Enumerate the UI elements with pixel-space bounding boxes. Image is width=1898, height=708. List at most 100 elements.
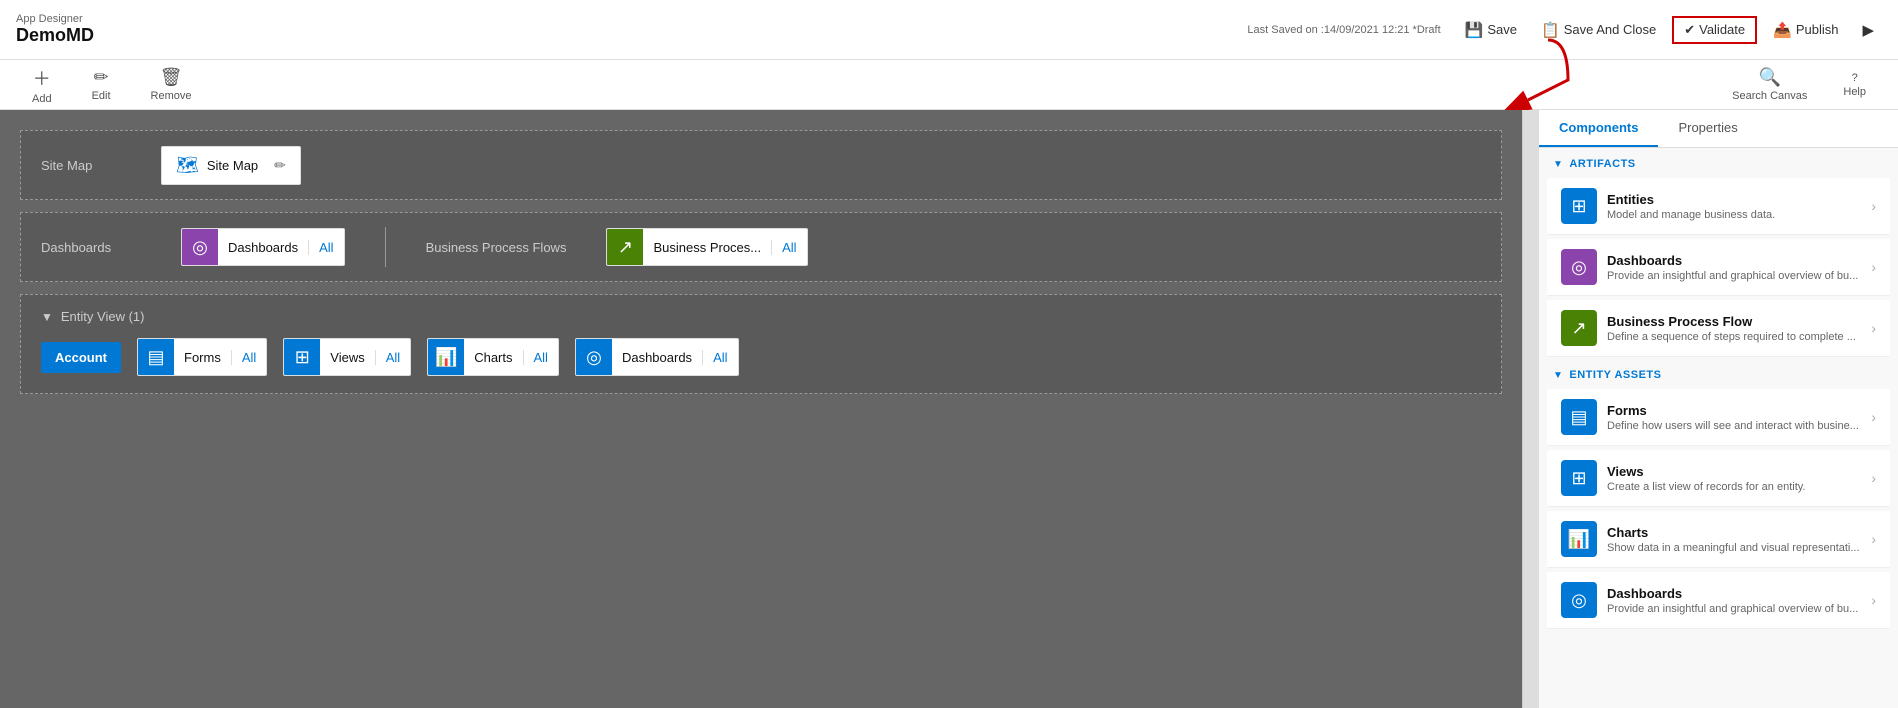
- right-panel: Components Properties ▼ ARTIFACTS ⊞ Enti…: [1538, 110, 1898, 708]
- artifacts-header: ▼ ARTIFACTS: [1539, 148, 1898, 176]
- views-all-link[interactable]: All: [375, 350, 410, 365]
- help-label: Help: [1843, 86, 1866, 98]
- panel-item-entities[interactable]: ⊞ Entities Model and manage business dat…: [1547, 178, 1890, 235]
- entity-assets-chevron: ▼: [1553, 370, 1563, 381]
- bpf-all-link[interactable]: All: [771, 240, 806, 255]
- bpf-section-label: Business Process Flows: [426, 240, 567, 255]
- publish-button[interactable]: 📤 Publish: [1765, 17, 1846, 43]
- app-info: App Designer DemoMD: [16, 13, 94, 46]
- dashboards-panel-icon: ◎: [1561, 249, 1597, 285]
- validate-label: Validate: [1699, 22, 1745, 37]
- save-close-icon: 📋: [1541, 21, 1560, 39]
- bpf-panel-chevron: ›: [1871, 320, 1876, 336]
- entity-view-label: Entity View (1): [61, 309, 145, 324]
- canvas-scrollbar[interactable]: [1522, 110, 1538, 708]
- app-designer-label: App Designer: [16, 13, 94, 25]
- save-button[interactable]: 💾 Save: [1457, 17, 1525, 43]
- entity-dashboards-box[interactable]: ◎ Dashboards All: [575, 338, 739, 376]
- bpf-panel-icon: ↗: [1561, 310, 1597, 346]
- charts-panel-title: Charts: [1607, 525, 1871, 540]
- sitemap-section-label: Site Map: [41, 158, 161, 173]
- entity-dashboards-all-link[interactable]: All: [702, 350, 737, 365]
- charts-panel-chevron: ›: [1871, 531, 1876, 547]
- publish-icon: 📤: [1773, 21, 1792, 39]
- entities-icon: ⊞: [1561, 188, 1597, 224]
- canvas-area[interactable]: Site Map 🗺 Site Map ✏ Dashboards ◎ Dashb…: [0, 110, 1522, 708]
- save-close-button[interactable]: 📋 Save And Close: [1533, 17, 1664, 43]
- entity-dashboards-box-icon: ◎: [576, 339, 612, 375]
- forms-panel-chevron: ›: [1871, 409, 1876, 425]
- publish-label: Publish: [1796, 22, 1839, 37]
- play-icon: ▶: [1862, 21, 1874, 39]
- bpf-divider: [385, 227, 386, 267]
- panel-tabs: Components Properties: [1539, 110, 1898, 148]
- charts-box-icon: 📊: [428, 339, 464, 375]
- help-icon: ?: [1852, 72, 1858, 84]
- forms-box[interactable]: ▤ Forms All: [137, 338, 267, 376]
- dashboards-box[interactable]: ◎ Dashboards All: [181, 228, 345, 266]
- validate-button[interactable]: ✔ Validate: [1672, 16, 1757, 44]
- add-button[interactable]: ＋ Add: [24, 61, 60, 109]
- bpf-panel-title: Business Process Flow: [1607, 314, 1871, 329]
- tab-properties[interactable]: Properties: [1658, 110, 1757, 147]
- entity-view-section: ▼ Entity View (1) Account ▤ Forms All ⊞ …: [20, 294, 1502, 394]
- edit-icon: ✏: [94, 67, 109, 88]
- top-bar: App Designer DemoMD Last Saved on :14/09…: [0, 0, 1898, 60]
- entity-dashboards-panel-chevron: ›: [1871, 592, 1876, 608]
- entity-assets-header: ▼ ENTITY ASSETS: [1539, 359, 1898, 387]
- account-button[interactable]: Account: [41, 342, 121, 373]
- entity-view-header[interactable]: ▼ Entity View (1): [41, 309, 1481, 324]
- search-canvas-button[interactable]: 🔍 Search Canvas: [1724, 63, 1815, 106]
- entities-title: Entities: [1607, 192, 1871, 207]
- edit-button[interactable]: ✏ Edit: [84, 63, 119, 106]
- panel-item-forms[interactable]: ▤ Forms Define how users will see and in…: [1547, 389, 1890, 446]
- panel-item-views[interactable]: ⊞ Views Create a list view of records fo…: [1547, 450, 1890, 507]
- panel-item-entity-dashboards[interactable]: ◎ Dashboards Provide an insightful and g…: [1547, 572, 1890, 629]
- entity-dashboards-panel-icon: ◎: [1561, 582, 1597, 618]
- edit-label: Edit: [92, 90, 111, 102]
- dashboards-all-link[interactable]: All: [308, 240, 343, 255]
- entities-chevron-right: ›: [1871, 198, 1876, 214]
- sitemap-box-label: Site Map: [207, 158, 258, 173]
- forms-all-link[interactable]: All: [231, 350, 266, 365]
- views-box-icon: ⊞: [284, 339, 320, 375]
- dashboards-box-icon: ◎: [182, 229, 218, 265]
- help-button[interactable]: ? Help: [1835, 68, 1874, 102]
- remove-button[interactable]: 🗑 Remove: [143, 63, 200, 106]
- play-button[interactable]: ▶: [1854, 17, 1882, 43]
- app-name: DemoMD: [16, 25, 94, 46]
- remove-icon: 🗑: [160, 67, 183, 88]
- bpf-panel-desc: Define a sequence of steps required to c…: [1607, 331, 1871, 343]
- secondary-toolbar: ＋ Add ✏ Edit 🗑 Remove 🔍 Search Canvas ? …: [0, 60, 1898, 110]
- search-icon: 🔍: [1759, 67, 1781, 88]
- remove-label: Remove: [151, 90, 192, 102]
- charts-all-link[interactable]: All: [523, 350, 558, 365]
- toolbar-right: 🔍 Search Canvas ? Help: [1724, 63, 1874, 106]
- panel-item-charts[interactable]: 📊 Charts Show data in a meaningful and v…: [1547, 511, 1890, 568]
- bpf-box[interactable]: ↗ Business Proces... All: [606, 228, 807, 266]
- views-panel-icon: ⊞: [1561, 460, 1597, 496]
- sitemap-box[interactable]: 🗺 Site Map ✏: [161, 146, 301, 185]
- entity-view-chevron: ▼: [41, 310, 53, 324]
- forms-panel-text: Forms Define how users will see and inte…: [1607, 403, 1871, 432]
- entities-text: Entities Model and manage business data.: [1607, 192, 1871, 221]
- panel-item-dashboards[interactable]: ◎ Dashboards Provide an insightful and g…: [1547, 239, 1890, 296]
- forms-panel-desc: Define how users will see and interact w…: [1607, 420, 1871, 432]
- panel-item-bpf[interactable]: ↗ Business Process Flow Define a sequenc…: [1547, 300, 1890, 357]
- charts-panel-icon: 📊: [1561, 521, 1597, 557]
- views-panel-text: Views Create a list view of records for …: [1607, 464, 1871, 493]
- views-panel-chevron: ›: [1871, 470, 1876, 486]
- entity-dashboards-panel-text: Dashboards Provide an insightful and gra…: [1607, 586, 1871, 615]
- tab-components[interactable]: Components: [1539, 110, 1658, 147]
- bpf-panel-text: Business Process Flow Define a sequence …: [1607, 314, 1871, 343]
- views-box[interactable]: ⊞ Views All: [283, 338, 411, 376]
- dashboards-panel-chevron: ›: [1871, 259, 1876, 275]
- entity-dashboards-box-label: Dashboards: [612, 350, 702, 365]
- last-saved-label: Last Saved on :14/09/2021 12:21 *Draft: [1247, 24, 1440, 36]
- main-layout: Site Map 🗺 Site Map ✏ Dashboards ◎ Dashb…: [0, 110, 1898, 708]
- forms-box-icon: ▤: [138, 339, 174, 375]
- edit-sitemap-icon[interactable]: ✏: [274, 157, 286, 174]
- dashboards-panel-title: Dashboards: [1607, 253, 1871, 268]
- charts-panel-text: Charts Show data in a meaningful and vis…: [1607, 525, 1871, 554]
- charts-box[interactable]: 📊 Charts All: [427, 338, 559, 376]
